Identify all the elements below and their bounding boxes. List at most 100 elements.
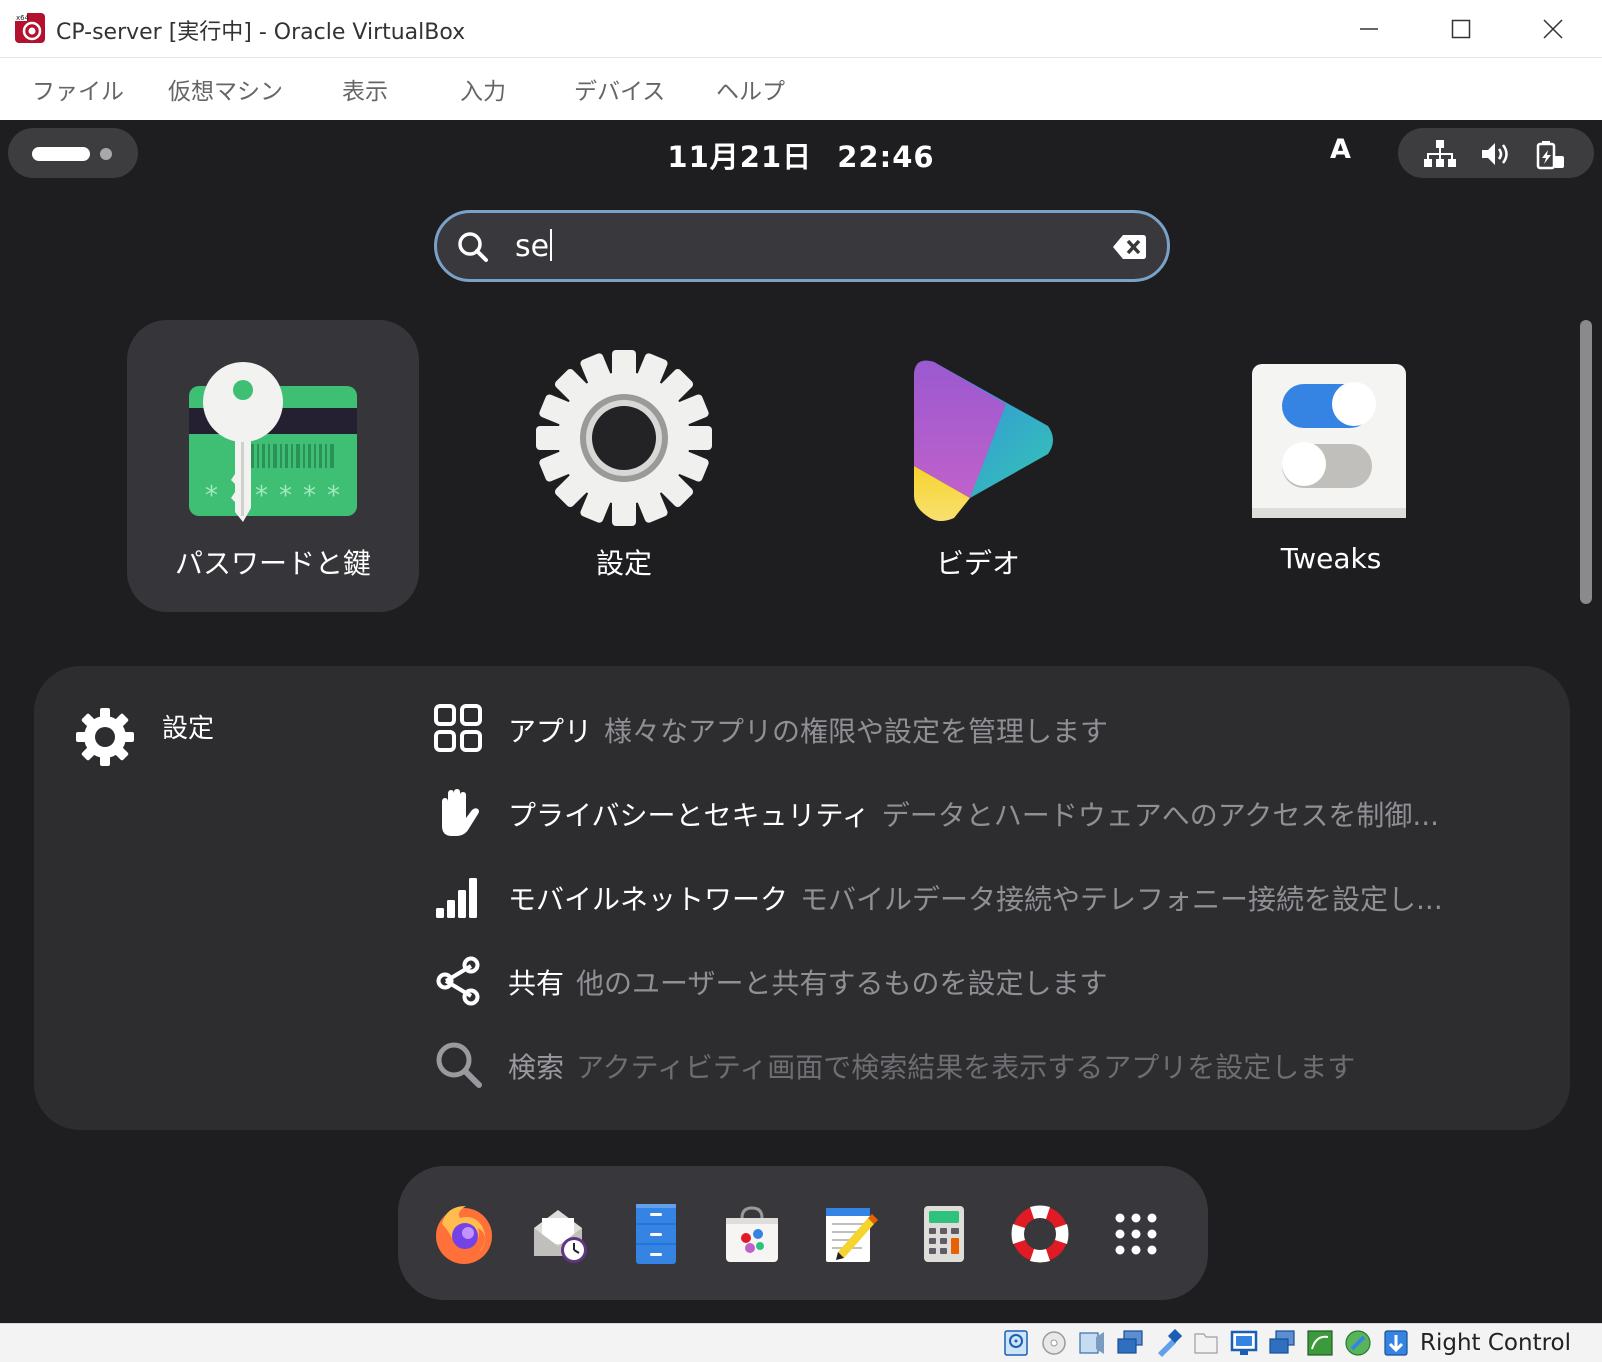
result-description: データとハードウェアへのアクセスを制御...	[881, 799, 1440, 832]
search-result-privacy[interactable]: プライバシーとセキュリティ データとハードウェアへのアクセスを制御...	[434, 784, 1544, 844]
shared-folder-icon[interactable]	[1192, 1329, 1220, 1357]
clock-time: 22:46	[837, 140, 935, 174]
result-description: 様々なアプリの権限や設定を管理します	[604, 715, 1109, 748]
network-wired-icon	[1424, 140, 1456, 167]
dock-software[interactable]	[716, 1198, 788, 1270]
menu-view[interactable]: 表示	[342, 72, 388, 106]
mouse-integration-icon[interactable]	[1382, 1329, 1410, 1357]
clock[interactable]: 11月21日 22:46	[0, 134, 1602, 176]
clock-date: 11月21日	[667, 140, 813, 174]
app-settings[interactable]: 設定	[478, 320, 770, 612]
result-title: モバイルネットワーク	[508, 883, 789, 916]
menu-machine[interactable]: 仮想マシン	[168, 72, 283, 106]
passwords-keys-icon: * * * * *	[189, 362, 357, 522]
software-icon	[726, 1206, 778, 1262]
result-text: 検索 アクティビティ画面で検索結果を表示するアプリを設定します	[508, 1046, 1538, 1086]
dock-text-editor[interactable]	[812, 1198, 884, 1270]
optical-drive-icon[interactable]	[1040, 1329, 1068, 1357]
app-passwords-keys[interactable]: * * * * * パスワードと鍵	[127, 320, 419, 612]
apps-grid-icon	[434, 704, 482, 752]
dock-files[interactable]	[620, 1198, 692, 1270]
result-title: アプリ	[508, 715, 593, 748]
search-result-sharing[interactable]: 共有 他のユーザーと共有するものを設定します	[434, 952, 1544, 1012]
text-editor-icon	[826, 1208, 878, 1262]
window-title: CP-server [実行中] - Oracle VirtualBox	[56, 20, 466, 45]
svg-text:*: *	[303, 481, 316, 511]
maximize-icon	[1451, 19, 1471, 39]
tweaks-icon	[1252, 364, 1406, 518]
minimize-button[interactable]	[1340, 8, 1398, 50]
svg-text:x64: x64	[16, 14, 30, 22]
maximize-button[interactable]	[1432, 8, 1490, 50]
calculator-icon	[924, 1206, 964, 1262]
dock-show-apps[interactable]	[1100, 1198, 1172, 1270]
guest-additions-icon[interactable]	[1306, 1329, 1334, 1357]
network-icon[interactable]	[1116, 1329, 1144, 1357]
svg-text:*: *	[205, 481, 218, 511]
evolution-mail-icon	[534, 1210, 587, 1263]
virtualbox-icon: x64	[15, 13, 45, 43]
text-caret	[550, 229, 553, 261]
search-icon	[436, 1042, 482, 1088]
dock-evolution[interactable]	[524, 1198, 596, 1270]
video-capture-icon[interactable]	[1268, 1329, 1296, 1357]
app-label: Tweaks	[1280, 542, 1382, 575]
search-result-apps[interactable]: アプリ 様々なアプリの権限や設定を管理します	[434, 700, 1544, 760]
menu-devices[interactable]: デバイス	[574, 72, 665, 106]
window-titlebar: x64 CP-server [実行中] - Oracle VirtualBox	[0, 0, 1602, 58]
app-videos[interactable]: ビデオ	[832, 320, 1124, 612]
close-button[interactable]	[1524, 8, 1582, 50]
dock-calculator[interactable]	[908, 1198, 980, 1270]
cpu-icon[interactable]	[1344, 1329, 1372, 1357]
svg-text:*: *	[327, 481, 340, 511]
dock-help[interactable]	[1004, 1198, 1076, 1270]
show-apps-icon	[1115, 1213, 1157, 1255]
input-method-indicator[interactable]: A	[1330, 134, 1351, 165]
provider-name: 設定	[162, 714, 215, 744]
app-label: パスワードと鍵	[174, 547, 371, 580]
search-query-text: se	[515, 229, 550, 264]
system-menu-button[interactable]	[1398, 128, 1594, 178]
result-title: プライバシーとセキュリティ	[508, 799, 870, 832]
search-query: se	[515, 229, 553, 264]
result-description: 他のユーザーと共有するものを設定します	[576, 967, 1108, 1000]
search-input[interactable]: se	[434, 210, 1170, 282]
menu-input[interactable]: 入力	[460, 72, 506, 106]
search-icon	[458, 232, 488, 262]
dock-firefox[interactable]	[428, 1198, 500, 1270]
clear-search-icon[interactable]	[1113, 234, 1147, 260]
display-icon[interactable]	[1230, 1329, 1258, 1357]
result-text: プライバシーとセキュリティ データとハードウェアへのアクセスを制御...	[508, 794, 1538, 834]
files-icon	[636, 1204, 676, 1264]
menu-bar: ファイル 仮想マシン 表示 入力 デバイス ヘルプ	[0, 58, 1602, 120]
dash-dock	[398, 1166, 1208, 1300]
host-key-label: Right Control	[1420, 1330, 1572, 1356]
app-label: 設定	[595, 547, 652, 580]
app-tweaks[interactable]: Tweaks	[1185, 320, 1477, 612]
search-result-mobile-network[interactable]: モバイルネットワーク モバイルデータ接続やテレフォニー接続を設定し...	[434, 868, 1544, 928]
battery-icon	[1536, 141, 1564, 170]
usb-icon[interactable]	[1154, 1329, 1182, 1357]
result-description: モバイルデータ接続やテレフォニー接続を設定し...	[800, 883, 1443, 916]
vm-status-bar: Right Control	[0, 1323, 1602, 1362]
firefox-icon	[436, 1206, 492, 1264]
videos-icon	[914, 360, 1053, 521]
menu-help[interactable]: ヘルプ	[716, 72, 785, 106]
minimize-icon	[1360, 28, 1378, 30]
app-label: ビデオ	[935, 547, 1020, 580]
search-result-search[interactable]: 検索 アクティビティ画面で検索結果を表示するアプリを設定します	[434, 1036, 1544, 1096]
result-text: 共有 他のユーザーと共有するものを設定します	[508, 962, 1538, 1002]
hard-disk-icon[interactable]	[1002, 1329, 1030, 1357]
audio-icon[interactable]	[1078, 1329, 1106, 1357]
settings-search-results: 設定 アプリ 様々なアプリの権限や設定を管理します プライバシーとセキュリティ デー…	[34, 666, 1570, 1130]
result-title: 共有	[508, 967, 565, 1000]
guest-screen: 11月21日 22:46 A se * * * * * パスワードと鍵 設定 ビ…	[0, 120, 1602, 1323]
svg-text:*: *	[255, 481, 268, 511]
help-icon	[1011, 1205, 1069, 1263]
close-icon	[1543, 19, 1563, 39]
volume-icon	[1482, 143, 1508, 165]
settings-gear-icon[interactable]	[74, 706, 136, 768]
app-grid-scrollbar[interactable]	[1580, 320, 1592, 604]
menu-file[interactable]: ファイル	[32, 72, 124, 106]
result-text: モバイルネットワーク モバイルデータ接続やテレフォニー接続を設定し...	[508, 878, 1538, 918]
